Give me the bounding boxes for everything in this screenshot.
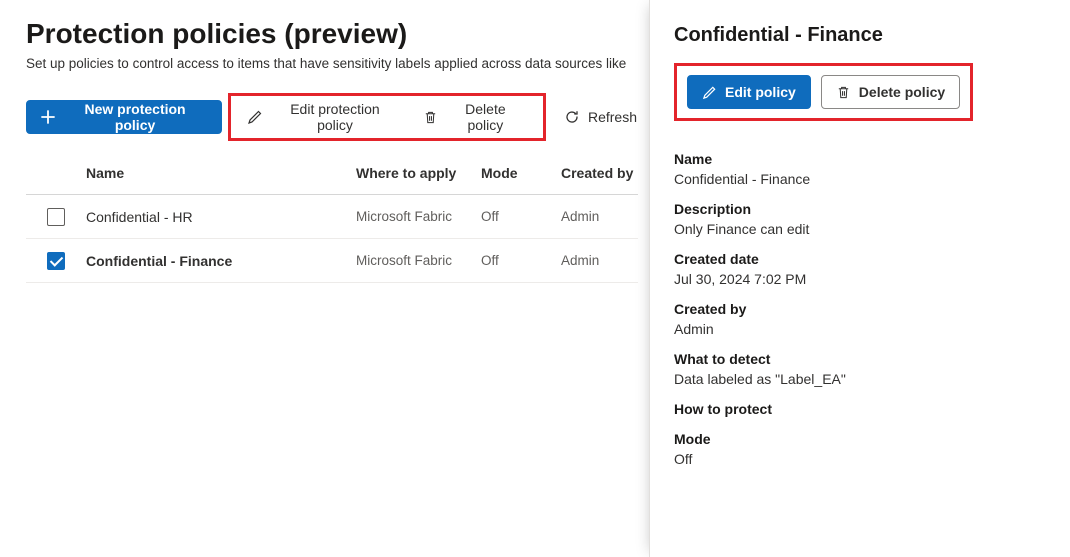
- panel-actions-highlight: Edit policy Delete policy: [674, 63, 973, 121]
- field-desc-value: Only Finance can edit: [674, 221, 1046, 237]
- field-protect-label: How to protect: [674, 401, 1046, 417]
- field-detect-label: What to detect: [674, 351, 1046, 367]
- row-name: Confidential - Finance: [86, 253, 356, 269]
- row-name: Confidential - HR: [86, 209, 356, 225]
- field-detect-value: Data labeled as "Label_EA": [674, 371, 1046, 387]
- new-policy-label: New protection policy: [63, 101, 207, 133]
- row-by: Admin: [561, 253, 638, 268]
- field-by-label: Created by: [674, 301, 1046, 317]
- col-by[interactable]: Created by: [561, 165, 638, 181]
- col-mode[interactable]: Mode: [481, 165, 561, 181]
- edit-policy-button[interactable]: Edit protection policy: [235, 100, 411, 134]
- field-by-value: Admin: [674, 321, 1046, 337]
- delete-policy-label: Delete policy: [446, 101, 525, 133]
- row-where: Microsoft Fabric: [356, 209, 481, 224]
- page-title: Protection policies (preview): [26, 18, 649, 50]
- field-mode-value: Off: [674, 451, 1046, 467]
- panel-delete-button[interactable]: Delete policy: [821, 75, 960, 109]
- plus-icon: [41, 110, 55, 124]
- col-name[interactable]: Name: [86, 165, 356, 181]
- pencil-icon: [702, 85, 717, 100]
- field-mode-label: Mode: [674, 431, 1046, 447]
- refresh-icon: [564, 109, 580, 125]
- field-created-label: Created date: [674, 251, 1046, 267]
- policies-table: Name Where to apply Mode Created by Conf…: [26, 151, 638, 283]
- table-row[interactable]: Confidential - HR Microsoft Fabric Off A…: [26, 195, 638, 239]
- refresh-button[interactable]: Refresh: [552, 100, 649, 134]
- details-panel: Confidential - Finance Edit policy Delet…: [649, 0, 1070, 557]
- row-where: Microsoft Fabric: [356, 253, 481, 268]
- new-policy-button[interactable]: New protection policy: [26, 100, 222, 134]
- page-description: Set up policies to control access to ite…: [26, 56, 649, 71]
- panel-edit-button[interactable]: Edit policy: [687, 75, 811, 109]
- field-name-value: Confidential - Finance: [674, 171, 1046, 187]
- refresh-label: Refresh: [588, 109, 637, 125]
- edit-delete-highlight: Edit protection policy Delete policy: [228, 93, 546, 141]
- table-row[interactable]: Confidential - Finance Microsoft Fabric …: [26, 239, 638, 283]
- panel-title: Confidential - Finance: [674, 24, 1046, 47]
- field-desc-label: Description: [674, 201, 1046, 217]
- field-name-label: Name: [674, 151, 1046, 167]
- row-mode: Off: [481, 253, 561, 268]
- panel-delete-label: Delete policy: [859, 84, 945, 100]
- row-checkbox[interactable]: [47, 208, 65, 226]
- trash-icon: [836, 85, 851, 100]
- edit-policy-label: Edit protection policy: [271, 101, 399, 133]
- toolbar: New protection policy Edit protection po…: [26, 93, 649, 141]
- col-where[interactable]: Where to apply: [356, 165, 481, 181]
- main-content: Protection policies (preview) Set up pol…: [0, 0, 649, 557]
- row-mode: Off: [481, 209, 561, 224]
- table-header: Name Where to apply Mode Created by: [26, 151, 638, 195]
- delete-policy-button[interactable]: Delete policy: [411, 100, 537, 134]
- field-created-value: Jul 30, 2024 7:02 PM: [674, 271, 1046, 287]
- panel-edit-label: Edit policy: [725, 84, 796, 100]
- row-by: Admin: [561, 209, 638, 224]
- row-checkbox[interactable]: [47, 252, 65, 270]
- pencil-icon: [247, 109, 263, 125]
- trash-icon: [423, 110, 438, 125]
